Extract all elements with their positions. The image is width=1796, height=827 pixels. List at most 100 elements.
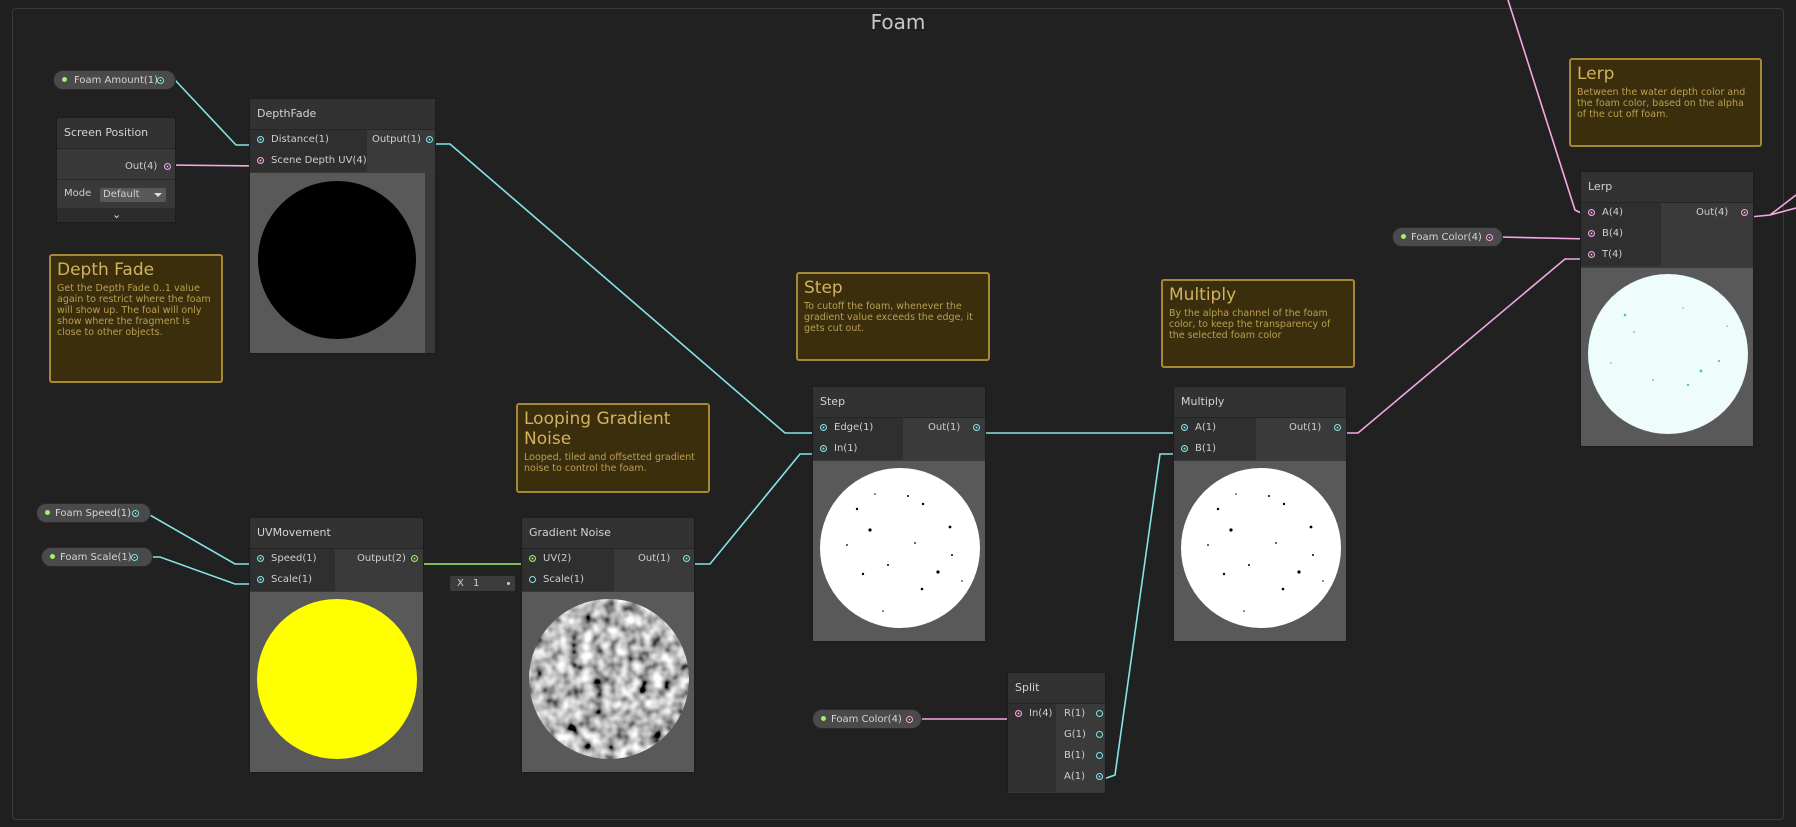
output-port-icon[interactable]: [1741, 209, 1748, 216]
input-port-icon[interactable]: [529, 555, 536, 562]
sticky-note-multiply[interactable]: Multiply By the alpha channel of the foa…: [1161, 279, 1355, 368]
output-port-icon[interactable]: [131, 554, 138, 561]
divider: [57, 179, 175, 180]
property-label: Foam Color(4): [1411, 232, 1482, 243]
connector-dot-icon: [507, 582, 510, 585]
node-step[interactable]: Step Edge(1) In(1) Out(1): [812, 386, 986, 642]
wire-split-a-to-multiply-b: [1094, 453, 1182, 783]
node-title: Multiply: [1174, 387, 1346, 418]
input-port-icon[interactable]: [820, 424, 827, 431]
node-title: Lerp: [1581, 172, 1753, 203]
output-port-out[interactable]: Out(4): [1696, 203, 1748, 223]
node-multiply[interactable]: Multiply A(1) B(1) Out(1): [1173, 386, 1347, 642]
note-title: Looping Gradient Noise: [524, 409, 671, 449]
sticky-note-looping-noise[interactable]: Looping Gradient Noise Looped, tiled and…: [516, 403, 710, 493]
node-preview: [522, 592, 694, 772]
node-preview: [250, 173, 425, 353]
input-port-icon[interactable]: [1015, 710, 1022, 717]
output-port-a[interactable]: A(1): [1064, 767, 1103, 787]
property-indicator-icon: [62, 77, 67, 82]
output-port-r[interactable]: R(1): [1064, 704, 1103, 724]
input-port-icon[interactable]: [257, 136, 264, 143]
wire-foam-scale-to-uv-scale: [147, 556, 258, 585]
output-port-icon[interactable]: [411, 555, 418, 562]
output-port-output[interactable]: Output(2): [357, 549, 418, 569]
output-port-icon[interactable]: [164, 163, 171, 170]
node-preview: [250, 592, 423, 772]
property-indicator-icon: [1401, 234, 1406, 239]
property-indicator-icon: [50, 554, 55, 559]
output-port-icon[interactable]: [426, 136, 433, 143]
output-port-out[interactable]: Out(4): [125, 157, 171, 177]
property-foam-amount[interactable]: Foam Amount(1): [53, 70, 176, 90]
property-label: Foam Scale(1): [60, 552, 132, 563]
note-body: To cutoff the foam, whenever the gradien…: [804, 301, 973, 334]
property-indicator-icon: [821, 716, 826, 721]
note-body: Get the Depth Fade 0..1 value again to r…: [57, 283, 211, 338]
input-port-icon[interactable]: [1588, 251, 1595, 258]
input-port-icon[interactable]: [257, 555, 264, 562]
property-foam-scale[interactable]: Foam Scale(1): [41, 547, 153, 567]
input-port-icon[interactable]: [1181, 445, 1188, 452]
scale-value-field[interactable]: X 1: [450, 576, 515, 591]
output-port-icon[interactable]: [1096, 710, 1103, 717]
node-gradient-noise[interactable]: Gradient Noise UV(2) Scale(1) Out(1): [521, 517, 695, 773]
note-title: Multiply: [1169, 285, 1237, 305]
output-port-icon[interactable]: [1486, 234, 1493, 241]
input-port-icon[interactable]: [1181, 424, 1188, 431]
input-port-icon[interactable]: [529, 576, 536, 583]
mode-dropdown[interactable]: Default: [100, 188, 166, 202]
preview-sphere: [529, 599, 689, 759]
output-port-b[interactable]: B(1): [1064, 746, 1103, 766]
output-port-output[interactable]: Output(1): [372, 130, 433, 150]
preview-speckles: [846, 493, 963, 612]
property-foam-speed[interactable]: Foam Speed(1): [36, 503, 151, 523]
input-port-icon[interactable]: [257, 157, 264, 164]
output-port-icon[interactable]: [1096, 731, 1103, 738]
output-port-icon[interactable]: [157, 77, 164, 84]
output-port-g[interactable]: G(1): [1064, 725, 1103, 745]
node-depth-fade[interactable]: DepthFade Distance(1) Scene Depth UV(4) …: [249, 98, 436, 354]
property-foam-color[interactable]: Foam Color(4): [1392, 227, 1503, 247]
output-port-out[interactable]: Out(1): [1289, 418, 1341, 438]
property-foam-color[interactable]: Foam Color(4): [812, 709, 922, 729]
preview-sphere: [258, 181, 416, 339]
sticky-note-lerp[interactable]: Lerp Between the water depth color and t…: [1569, 58, 1762, 147]
node-uv-movement[interactable]: UVMovement Speed(1) Scale(1) Output(2): [249, 517, 424, 773]
node-title: Step: [813, 387, 985, 418]
output-port-out[interactable]: Out(1): [928, 418, 980, 438]
input-port-icon[interactable]: [1588, 209, 1595, 216]
output-port-icon[interactable]: [1334, 424, 1341, 431]
output-port-icon[interactable]: [132, 510, 139, 517]
wire-foam-color-to-lerp-b: [1499, 236, 1590, 240]
node-title: Gradient Noise: [522, 518, 694, 549]
node-title: UVMovement: [250, 518, 423, 549]
output-port-icon[interactable]: [1096, 752, 1103, 759]
node-title: Screen Position: [57, 118, 175, 149]
node-lerp[interactable]: Lerp A(4) B(4) T(4) Out(4): [1580, 171, 1754, 447]
preview-speckles: [1207, 493, 1324, 612]
mode-label: Mode: [64, 188, 92, 199]
output-port-icon[interactable]: [683, 555, 690, 562]
output-port-icon[interactable]: [906, 716, 913, 723]
node-title: Split: [1008, 673, 1105, 704]
output-port-icon[interactable]: [973, 424, 980, 431]
output-port-out[interactable]: Out(1): [638, 549, 690, 569]
input-port-icon[interactable]: [1588, 230, 1595, 237]
sticky-note-step[interactable]: Step To cutoff the foam, whenever the gr…: [796, 272, 990, 361]
note-body: Looped, tiled and offsetted gradient noi…: [524, 452, 695, 474]
node-screen-position[interactable]: Screen Position Out(4) Mode Default ⌄: [56, 117, 176, 223]
sticky-note-depth-fade[interactable]: Depth Fade Get the Depth Fade 0..1 value…: [49, 254, 223, 383]
property-label: Foam Speed(1): [55, 508, 132, 519]
preview-speckles: [1610, 307, 1728, 387]
input-port-icon[interactable]: [820, 445, 827, 452]
input-port-icon[interactable]: [257, 576, 264, 583]
node-preview: [813, 461, 985, 641]
property-label: Foam Color(4): [831, 714, 902, 725]
property-indicator-icon: [45, 510, 50, 515]
expand-toggle[interactable]: ⌄: [57, 208, 175, 222]
note-body: By the alpha channel of the foam color, …: [1169, 308, 1331, 341]
output-port-icon[interactable]: [1096, 773, 1103, 780]
node-preview: [1174, 461, 1346, 641]
node-split[interactable]: Split In(4) R(1) G(1) B(1) A(1): [1007, 672, 1106, 794]
